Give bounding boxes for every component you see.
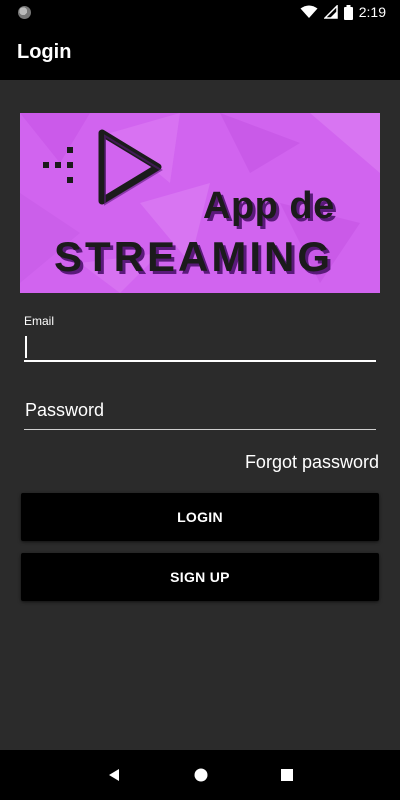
home-icon[interactable] <box>194 768 208 782</box>
email-field[interactable] <box>24 332 376 362</box>
login-button[interactable]: LOGIN <box>21 493 379 541</box>
banner-title-line2: STREAMING <box>54 233 333 280</box>
banner-title-line1: App de <box>203 185 335 227</box>
play-logo-icon <box>43 129 163 206</box>
app-banner: App de STREAMING <box>20 113 380 293</box>
battery-icon <box>343 4 353 20</box>
page-title: Login <box>17 40 72 63</box>
sign-up-button[interactable]: SIGN UP <box>21 553 379 601</box>
text-cursor <box>25 336 27 358</box>
recents-icon[interactable] <box>281 769 294 781</box>
circle-indicator-icon <box>18 5 31 19</box>
app-bar: Login <box>0 24 400 80</box>
back-icon[interactable] <box>107 768 121 782</box>
email-label: Email <box>24 314 55 328</box>
status-bar: 2:19 <box>0 0 400 24</box>
login-content: App de STREAMING Email Forgot password L… <box>0 80 400 750</box>
status-time: 2:19 <box>358 4 386 20</box>
wifi-icon <box>300 5 318 18</box>
navigation-bar <box>0 750 400 800</box>
password-field[interactable] <box>24 398 376 430</box>
forgot-password-link[interactable]: Forgot password <box>245 452 379 473</box>
signal-icon <box>323 5 338 19</box>
